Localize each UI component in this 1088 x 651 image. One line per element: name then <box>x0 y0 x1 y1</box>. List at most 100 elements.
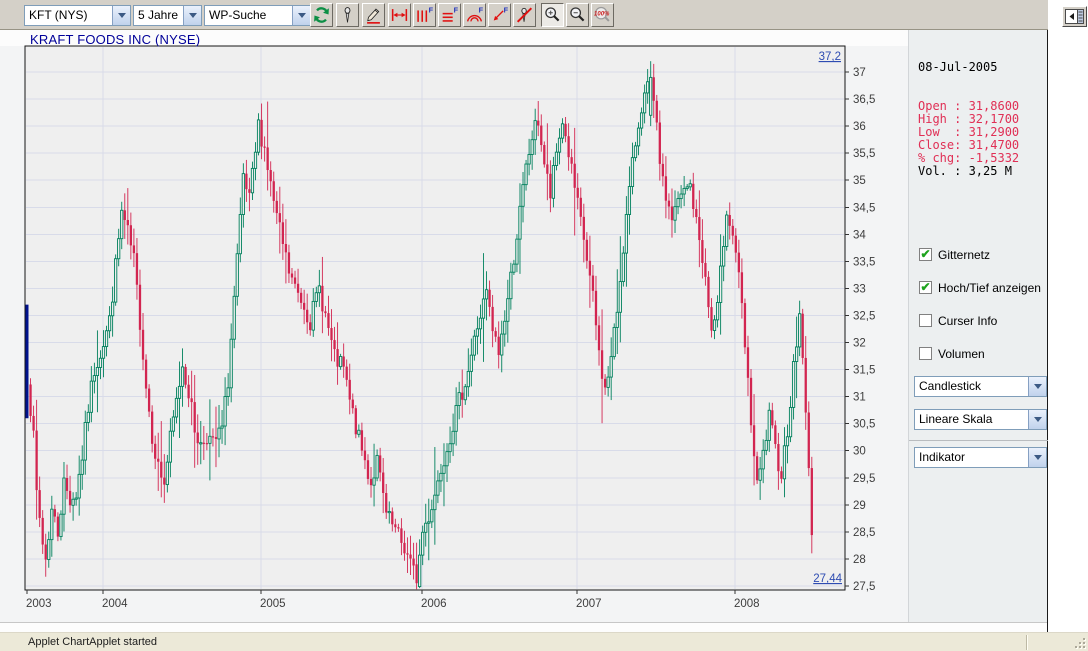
svg-text:31: 31 <box>853 392 866 404</box>
symbol-select[interactable]: KFT (NYS) <box>24 5 131 26</box>
svg-text:2003: 2003 <box>26 598 52 610</box>
security-search-value: WP-Suche <box>209 8 267 22</box>
zoom-out-button[interactable] <box>566 3 589 27</box>
measure-button[interactable] <box>388 3 411 27</box>
fibonacci-arcs-icon: F <box>466 6 484 22</box>
chevron-down-icon[interactable] <box>183 6 201 25</box>
svg-text:30,5: 30,5 <box>853 419 875 431</box>
checkbox-gitternetz[interactable]: ✔ <box>919 248 932 261</box>
svg-text:34: 34 <box>853 229 866 241</box>
svg-text:31,5: 31,5 <box>853 365 875 377</box>
low-marker-label: 27,44 <box>813 573 842 585</box>
measure-icon <box>391 9 408 21</box>
fibonacci-arcs-button[interactable]: F <box>463 3 486 27</box>
svg-text:F: F <box>429 6 434 15</box>
svg-text:33,5: 33,5 <box>853 256 875 268</box>
refresh-icon <box>314 7 329 23</box>
range-select[interactable]: 5 Jahre <box>133 5 202 26</box>
applet-content: KRAFT FOODS INC (NYSE) 27,5 28 28,5 29 29,5 3… <box>0 30 1048 632</box>
chart-applet-window: KFT (NYS) 5 Jahre WP-Suche F F F F 100% KRAF… <box>0 0 1088 651</box>
chevron-down-icon[interactable] <box>1028 448 1046 467</box>
svg-text:32,5: 32,5 <box>853 310 875 322</box>
svg-text:F: F <box>479 6 484 15</box>
range-select-value: 5 Jahre <box>138 8 179 22</box>
scale-value: Lineare Skala <box>919 412 993 426</box>
chevron-down-icon[interactable] <box>292 6 310 25</box>
quote-row: Vol. : 3,25 M <box>918 164 1012 178</box>
collapse-panel-icon <box>1065 9 1084 24</box>
chevron-down-icon[interactable] <box>112 6 130 25</box>
checkbox-curser-info[interactable] <box>919 314 932 327</box>
candlestick-plot[interactable]: 27,5 28 28,5 29 29,5 30 30,5 31 31,5 32 32,5 33 33,5… <box>0 30 908 622</box>
fibonacci-retracement-button[interactable]: F <box>438 3 461 27</box>
chart-title: KRAFT FOODS INC (NYSE) <box>30 32 201 47</box>
svg-text:34,5: 34,5 <box>853 202 875 214</box>
status-text: Applet ChartApplet started <box>28 636 158 648</box>
status-bar-separator <box>1026 635 1028 650</box>
quote-date: 08-Jul-2005 <box>918 60 998 74</box>
svg-text:2006: 2006 <box>421 598 447 610</box>
chevron-down-icon[interactable] <box>1028 410 1046 429</box>
checkbox-label-hoch-tief-anzeigen: Hoch/Tief anzeigen <box>938 281 1041 295</box>
svg-text:29: 29 <box>853 500 866 512</box>
symbol-select-value: KFT (NYS) <box>29 8 88 22</box>
svg-text:33: 33 <box>853 283 866 295</box>
chevron-down-icon[interactable] <box>1028 377 1046 396</box>
indicator-value: Indikator <box>919 450 966 464</box>
svg-text:29,5: 29,5 <box>853 473 875 485</box>
checkbox-label-volumen: Volumen <box>938 347 985 361</box>
quote-info: 08-Jul-2005 Open : 31,8600 High : 32,1700… <box>918 35 1019 204</box>
checkbox-volumen[interactable] <box>919 347 932 360</box>
svg-text:2004: 2004 <box>102 598 128 610</box>
pin-marker-icon <box>344 7 351 23</box>
indicator-select[interactable]: Indikator <box>914 447 1047 468</box>
status-bar: Applet ChartApplet started <box>0 632 1088 651</box>
svg-text:37: 37 <box>853 67 866 79</box>
svg-text:35,5: 35,5 <box>853 148 875 160</box>
chart-type-value: Candlestick <box>919 379 982 393</box>
fibonacci-time-zones-icon: F <box>417 6 434 22</box>
svg-text:28: 28 <box>853 554 866 566</box>
fibonacci-fan-button[interactable]: F <box>488 3 511 27</box>
draw-pencil-button[interactable] <box>362 3 385 27</box>
svg-text:32: 32 <box>853 338 866 350</box>
svg-text:27,5: 27,5 <box>853 581 875 593</box>
high-marker-label: 37,2 <box>819 51 841 63</box>
draw-pencil-icon <box>367 8 380 24</box>
svg-text:35: 35 <box>853 175 866 187</box>
svg-text:28,5: 28,5 <box>853 527 875 539</box>
svg-text:2007: 2007 <box>576 598 602 610</box>
svg-text:2008: 2008 <box>734 598 760 610</box>
fibonacci-fan-icon: F <box>493 6 509 21</box>
security-search-select[interactable]: WP-Suche <box>204 5 311 26</box>
chart-region: KRAFT FOODS INC (NYSE) 27,5 28 28,5 29 29,5 3… <box>0 30 1047 632</box>
zoom-in-icon <box>545 7 560 22</box>
collapse-panel-button[interactable] <box>1062 6 1087 27</box>
zoom-100-icon: 100% <box>594 6 610 22</box>
zoom-100-button[interactable]: 100% <box>591 3 614 27</box>
fibonacci-retracement-icon: F <box>442 6 459 22</box>
svg-text:100%: 100% <box>594 12 610 18</box>
svg-text:F: F <box>504 6 509 15</box>
panel-divider <box>909 440 1048 441</box>
scale-select[interactable]: Lineare Skala <box>914 409 1047 430</box>
checkbox-label-curser-info: Curser Info <box>938 314 998 328</box>
resize-grip-icon[interactable] <box>1073 636 1087 650</box>
checkbox-label-gitternetz: Gitternetz <box>938 248 991 262</box>
svg-text:F: F <box>454 6 459 15</box>
svg-text:30: 30 <box>853 446 866 458</box>
delete-drawings-icon <box>516 7 533 23</box>
svg-text:36: 36 <box>853 121 866 133</box>
chart-type-select[interactable]: Candlestick <box>914 376 1047 397</box>
svg-text:2005: 2005 <box>260 598 286 610</box>
delete-drawings-button[interactable] <box>513 3 536 27</box>
svg-text:36,5: 36,5 <box>853 94 875 106</box>
zoom-in-button[interactable] <box>541 3 564 27</box>
toolbar: KFT (NYS) 5 Jahre WP-Suche F F F F 100% <box>0 0 1048 30</box>
fibonacci-time-zones-button[interactable]: F <box>413 3 436 27</box>
options-panel: 08-Jul-2005 Open : 31,8600 High : 32,1700… <box>908 30 1048 622</box>
zoom-out-icon <box>570 7 585 22</box>
checkbox-hoch-tief-anzeigen[interactable]: ✔ <box>919 281 932 294</box>
refresh-button[interactable] <box>310 3 333 27</box>
pin-marker-button[interactable] <box>336 3 359 27</box>
